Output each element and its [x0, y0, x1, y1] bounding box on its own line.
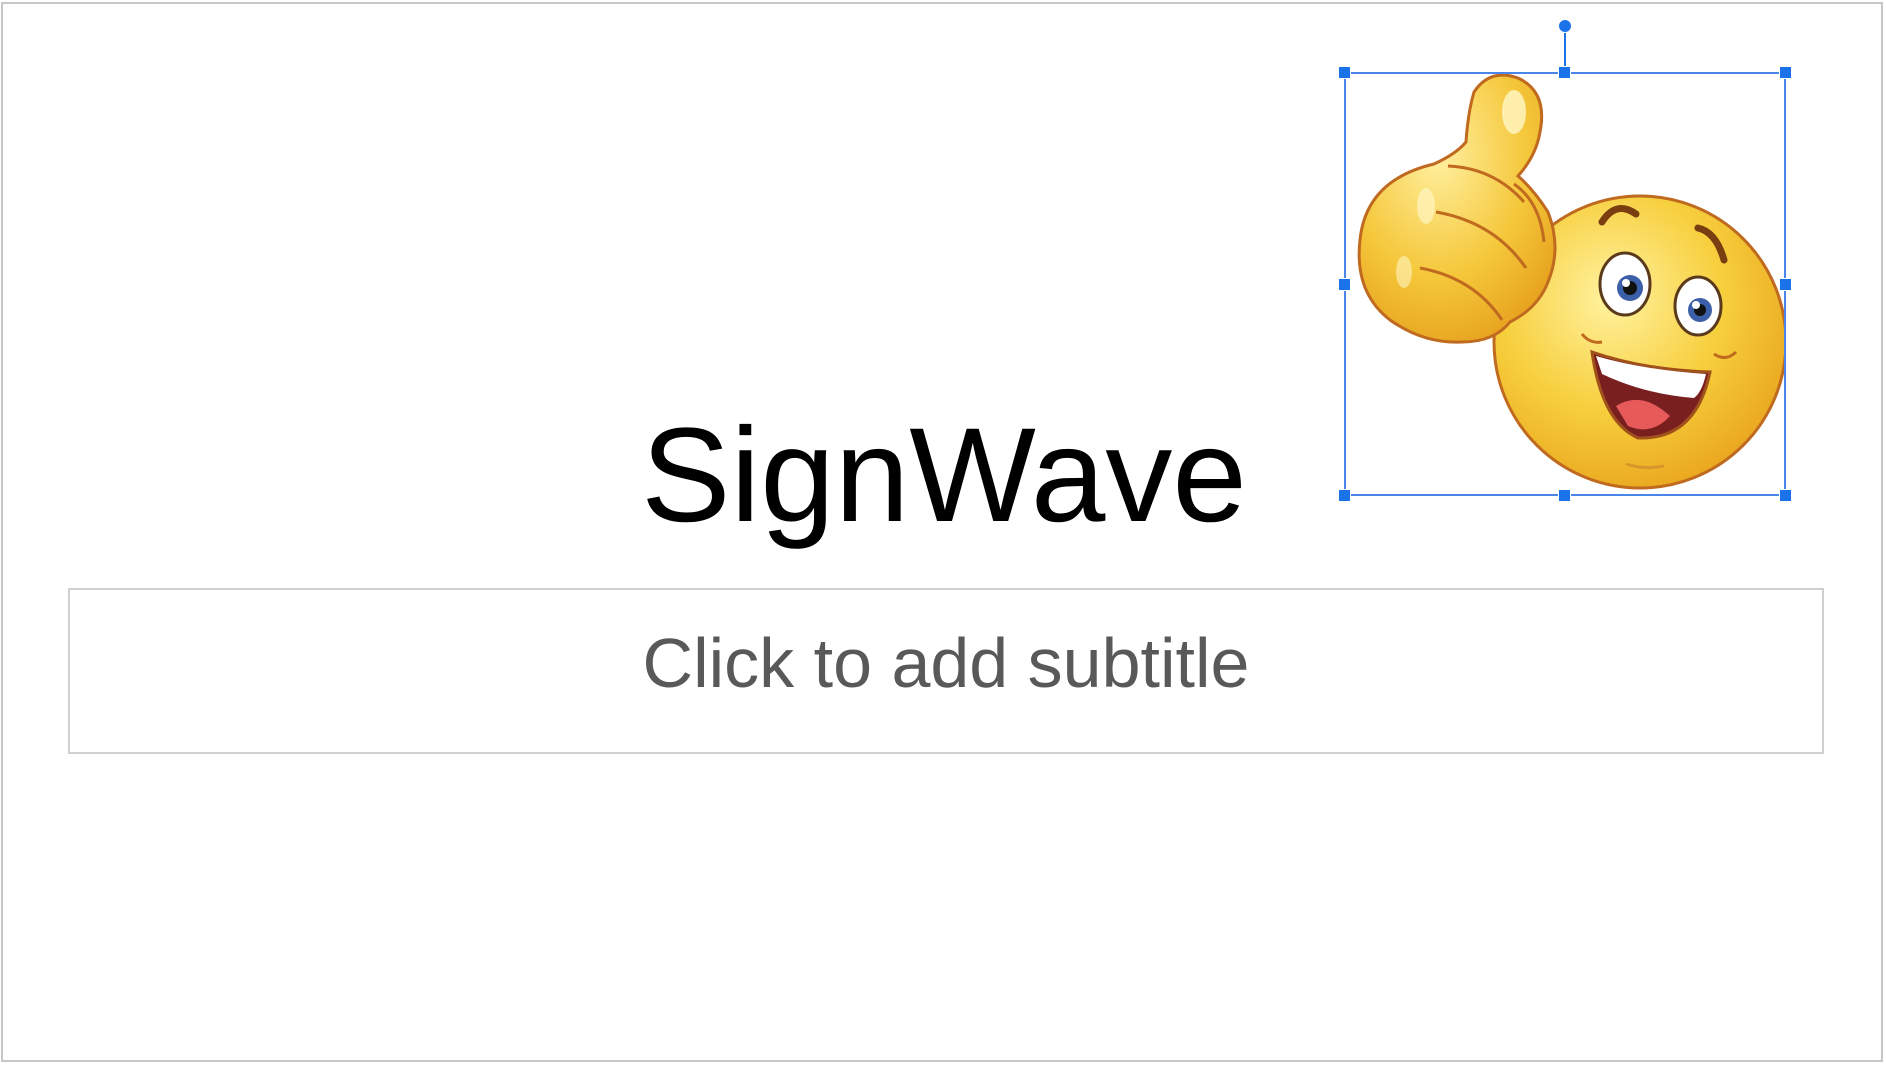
- resize-handle-bottom-left[interactable]: [1338, 489, 1351, 502]
- rotate-handle[interactable]: [1558, 19, 1572, 33]
- resize-handle-middle-left[interactable]: [1338, 278, 1351, 291]
- resize-handle-bottom-right[interactable]: [1779, 489, 1792, 502]
- resize-handle-middle-right[interactable]: [1779, 278, 1792, 291]
- resize-handle-bottom-center[interactable]: [1558, 489, 1571, 502]
- resize-handle-top-left[interactable]: [1338, 66, 1351, 79]
- resize-handle-top-center[interactable]: [1558, 66, 1571, 79]
- thumbs-up-smiley-image[interactable]: [1344, 72, 1786, 496]
- resize-handle-top-right[interactable]: [1779, 66, 1792, 79]
- thumbs-up-smiley-icon: [1357, 73, 1786, 490]
- subtitle-placeholder-text[interactable]: Click to add subtitle: [70, 618, 1822, 708]
- subtitle-placeholder-box[interactable]: Click to add subtitle: [68, 588, 1824, 754]
